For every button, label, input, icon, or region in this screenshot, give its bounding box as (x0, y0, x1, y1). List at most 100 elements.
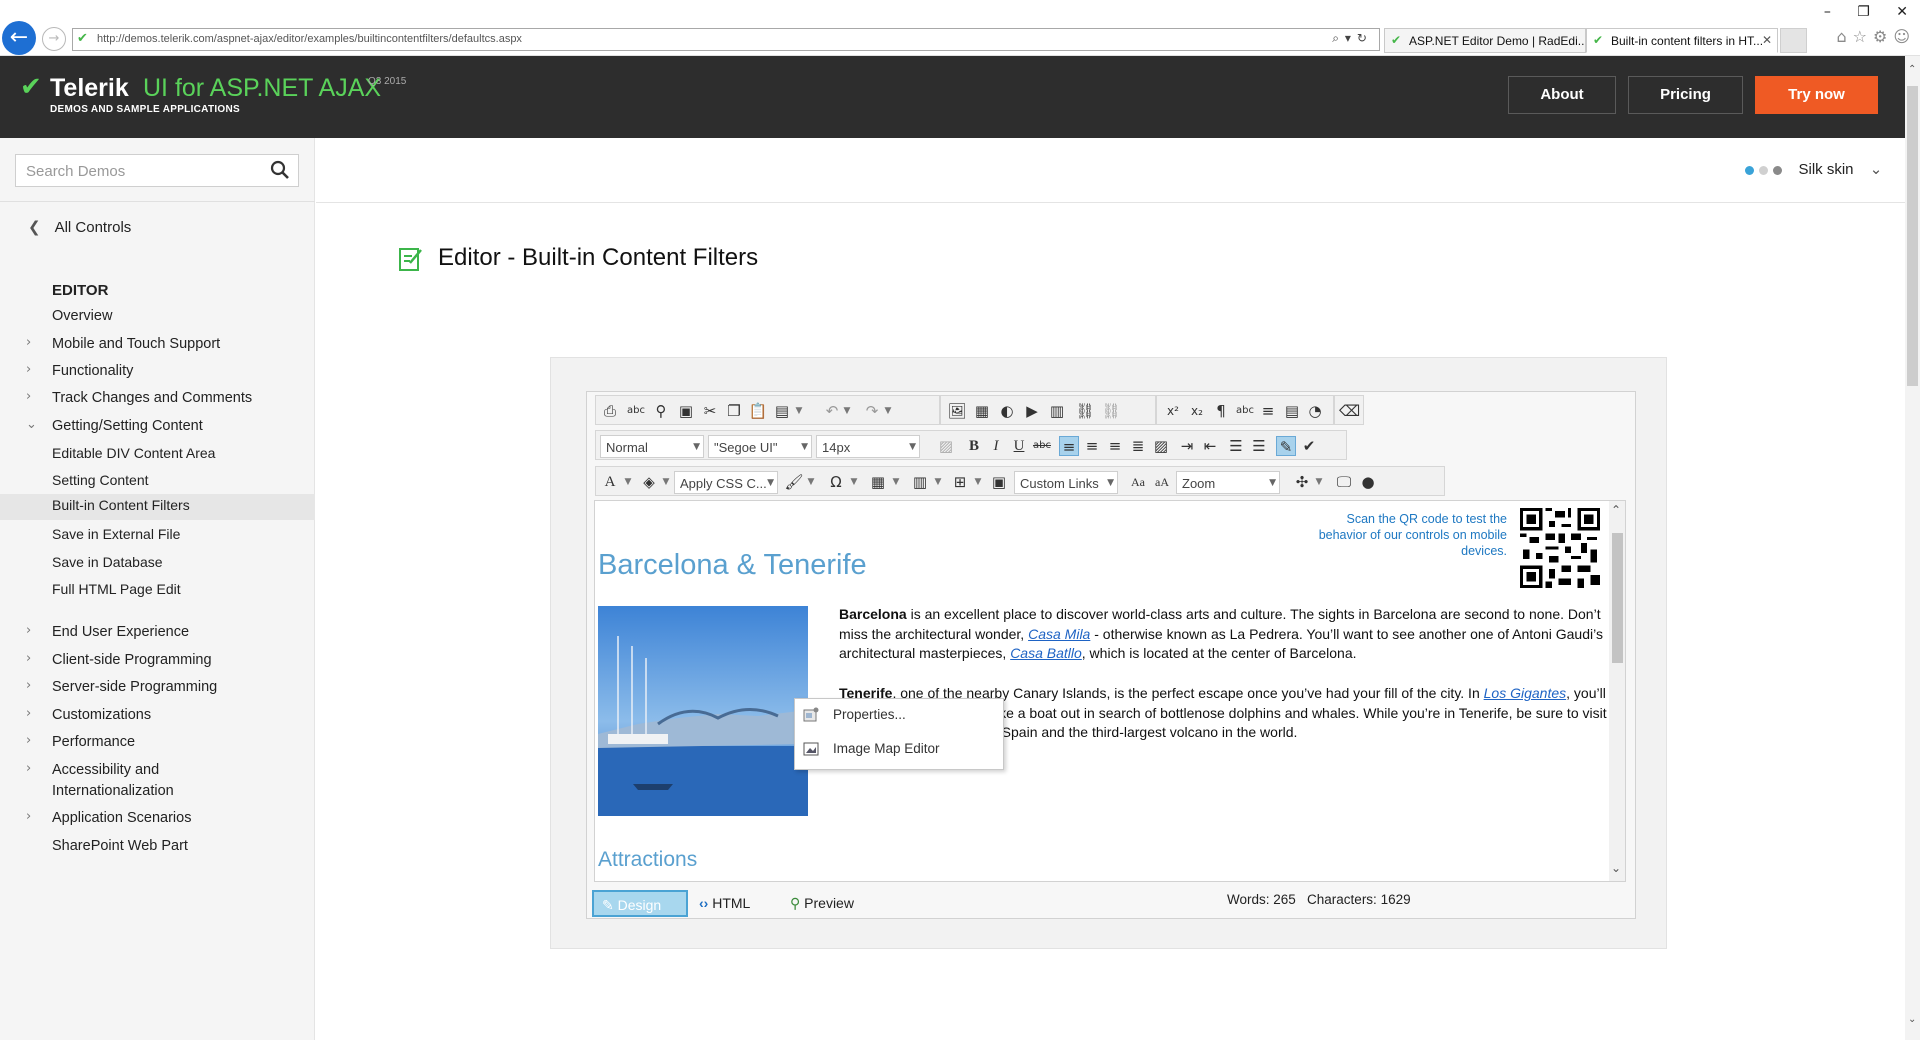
window-controls[interactable]: – ❐ ✕ (1824, 4, 1908, 20)
url-text[interactable]: http://demos.telerik.com/aspnet-ajax/edi… (97, 33, 522, 45)
hyperlink-manager-icon[interactable]: ⛓ (1075, 401, 1095, 421)
browser-tab-editor-demo[interactable]: ✔ ASP.NET Editor Demo | RadEdi... (1384, 28, 1586, 53)
image-icon[interactable]: ▣ (989, 472, 1009, 492)
sidebar-item-application-scenarios[interactable]: › Application Scenarios (0, 807, 315, 831)
align-right-icon[interactable]: ≡ (1105, 436, 1125, 456)
insert-snippet-icon[interactable]: ⊞ (950, 472, 970, 492)
paragraph-icon[interactable]: ¶ (1211, 401, 1231, 421)
format-painter-icon[interactable]: 🖌 (784, 472, 804, 492)
align-center-icon[interactable]: ≡ (1082, 436, 1102, 456)
sidebar-item-server-side-programming[interactable]: › Server-side Programming (0, 676, 315, 700)
browser-toolbar-icons[interactable]: ⌂☆⚙☺ (1836, 27, 1916, 46)
back-color-icon[interactable]: ◈ (639, 472, 659, 492)
sidebar-item-sharepoint[interactable]: SharePoint Web Part (0, 835, 315, 859)
sidebar-item-functionality[interactable]: › Functionality (0, 360, 315, 384)
spellcheck-icon[interactable]: abc (626, 401, 646, 421)
context-menu-properties[interactable]: Properties... (795, 701, 1003, 733)
image-manager-icon[interactable]: 🖼 (947, 401, 967, 421)
casa-batllo-link[interactable]: Casa Batllo (1010, 645, 1082, 661)
editor-scrollbar[interactable]: ⌃ ⌄ (1609, 501, 1625, 881)
copy-icon[interactable]: ❐ (724, 401, 744, 421)
font-size-select[interactable]: 14px ▼ (816, 435, 920, 458)
casa-mila-link[interactable]: Casa Mila (1028, 626, 1090, 642)
css-class-select[interactable]: Apply CSS C... ▼ (674, 471, 778, 494)
sidebar-item-end-user-experience[interactable]: › End User Experience (0, 621, 315, 645)
dropdown-caret-icon[interactable]: ▼ (933, 472, 943, 492)
search-icon[interactable] (268, 158, 292, 182)
dropdown-caret-icon[interactable]: ▼ (1314, 472, 1324, 492)
custom-links-select[interactable]: Custom Links ▼ (1014, 471, 1118, 494)
document-manager-icon[interactable]: ▦ (972, 401, 992, 421)
editor-content-area[interactable]: Scan the QR code to test the behavior of… (594, 500, 1626, 882)
bold-icon[interactable]: B (964, 436, 984, 456)
to-uppercase-icon[interactable]: aA (1152, 472, 1172, 492)
barcelona-harbor-image[interactable] (598, 606, 808, 816)
try-now-button[interactable]: Try now (1755, 76, 1878, 114)
form-icon[interactable]: ▤ (1282, 401, 1302, 421)
accept-changes-icon[interactable]: ✔ (1299, 436, 1319, 456)
new-tab-button[interactable] (1780, 28, 1807, 53)
fore-color-icon[interactable]: A (600, 472, 620, 492)
undo-icon[interactable]: ↶ (822, 401, 842, 421)
sidebar-item-full-html-page-edit[interactable]: Full HTML Page Edit (0, 578, 315, 602)
scroll-down-icon[interactable]: ⌄ (1611, 861, 1621, 875)
sidebar-item-built-in-content-filters[interactable]: Built-in Content Filters (0, 494, 315, 520)
scroll-up-icon[interactable]: ⌃ (1908, 64, 1916, 75)
outdent-icon[interactable]: ⇤ (1200, 436, 1220, 456)
dropdown-caret-icon[interactable]: ▼ (661, 472, 671, 492)
back-arrow-icon[interactable]: ← (2, 21, 36, 55)
sidebar-item-mobile-touch[interactable]: › Mobile and Touch Support (0, 333, 315, 357)
dropdown-caret-icon[interactable]: ▼ (806, 472, 816, 492)
cut-icon[interactable]: ✂ (700, 401, 720, 421)
scroll-down-icon[interactable]: ⌄ (1908, 1014, 1916, 1025)
dropdown-caret-icon[interactable]: ▼ (973, 472, 983, 492)
sidebar-item-customizations[interactable]: › Customizations (0, 704, 315, 728)
sidebar-item-accessibility[interactable]: › Accessibility and Internationalization (0, 759, 315, 801)
sidebar-item-getting-setting-content[interactable]: ⌄ Getting/Setting Content (0, 415, 315, 439)
address-bar[interactable]: ✔ http://demos.telerik.com/aspnet-ajax/e… (72, 28, 1380, 51)
sidebar-item-editable-div[interactable]: Editable DIV Content Area (0, 442, 315, 466)
sidebar-item-performance[interactable]: › Performance (0, 731, 315, 755)
paste-icon[interactable]: 📋 (748, 401, 768, 421)
paragraph-style-select[interactable]: Normal ▼ (600, 435, 704, 458)
close-tab-icon[interactable]: ✕ (1762, 33, 1772, 47)
remove-alignment-icon[interactable]: ▨ (1151, 436, 1171, 456)
design-mode-tab[interactable]: ✎ Design (592, 890, 688, 917)
subscript-icon[interactable]: x₂ (1187, 401, 1207, 421)
address-bar-icons[interactable]: ⌕▾↻ (1332, 31, 1373, 46)
sidebar-item-track-changes[interactable]: › Track Changes and Comments (0, 387, 315, 411)
skin-switcher[interactable]: Silk skin ⌄ (1745, 160, 1882, 178)
sidebar-item-setting-content[interactable]: Setting Content (0, 469, 315, 493)
track-changes-icon[interactable]: ✎ (1276, 436, 1296, 456)
bullet-list-icon[interactable]: ☰ (1249, 436, 1269, 456)
insert-table-icon[interactable]: ▦ (868, 472, 888, 492)
page-scrollbar[interactable]: ⌃ ⌄ (1905, 56, 1920, 1040)
align-left-icon[interactable]: ≡ (1059, 436, 1079, 456)
horizontal-rule-icon[interactable]: ≡ (1258, 401, 1278, 421)
indent-icon[interactable]: ⇥ (1177, 436, 1197, 456)
superscript-icon[interactable]: x² (1163, 401, 1183, 421)
select-all-icon[interactable]: ▣ (676, 401, 696, 421)
remove-link-icon[interactable]: ⛓ (1101, 401, 1121, 421)
about-button[interactable]: About (1508, 76, 1616, 114)
search-input[interactable] (26, 163, 256, 180)
dropdown-caret-icon[interactable]: ▼ (842, 401, 852, 421)
format-text-icon[interactable]: abc (1235, 401, 1255, 421)
statistics-icon[interactable]: ◔ (1305, 401, 1325, 421)
scrollbar-thumb[interactable] (1612, 533, 1623, 663)
redo-icon[interactable]: ↷ (862, 401, 882, 421)
underline-icon[interactable]: U (1009, 436, 1029, 456)
dropdown-caret-icon[interactable]: ▼ (883, 401, 893, 421)
print-icon[interactable]: ⎙ (600, 401, 620, 421)
format-stripper-icon[interactable]: ⌫ (1339, 401, 1360, 421)
sidebar-item-save-external-file[interactable]: Save in External File (0, 523, 315, 547)
sidebar-item-overview[interactable]: Overview (0, 305, 315, 329)
strikethrough-icon[interactable]: abc (1032, 436, 1052, 456)
forward-arrow-icon[interactable]: → (42, 27, 66, 51)
modules-icon[interactable]: ✣ (1292, 472, 1312, 492)
browser-tab-content-filters[interactable]: ✔ Built-in content filters in HT... ✕ (1586, 28, 1778, 53)
dropdown-caret-icon[interactable]: ▼ (849, 472, 859, 492)
special-characters-icon[interactable]: Ω (826, 472, 846, 492)
insert-column-icon[interactable]: ▥ (910, 472, 930, 492)
paste-options-icon[interactable]: ▤ (772, 401, 792, 421)
